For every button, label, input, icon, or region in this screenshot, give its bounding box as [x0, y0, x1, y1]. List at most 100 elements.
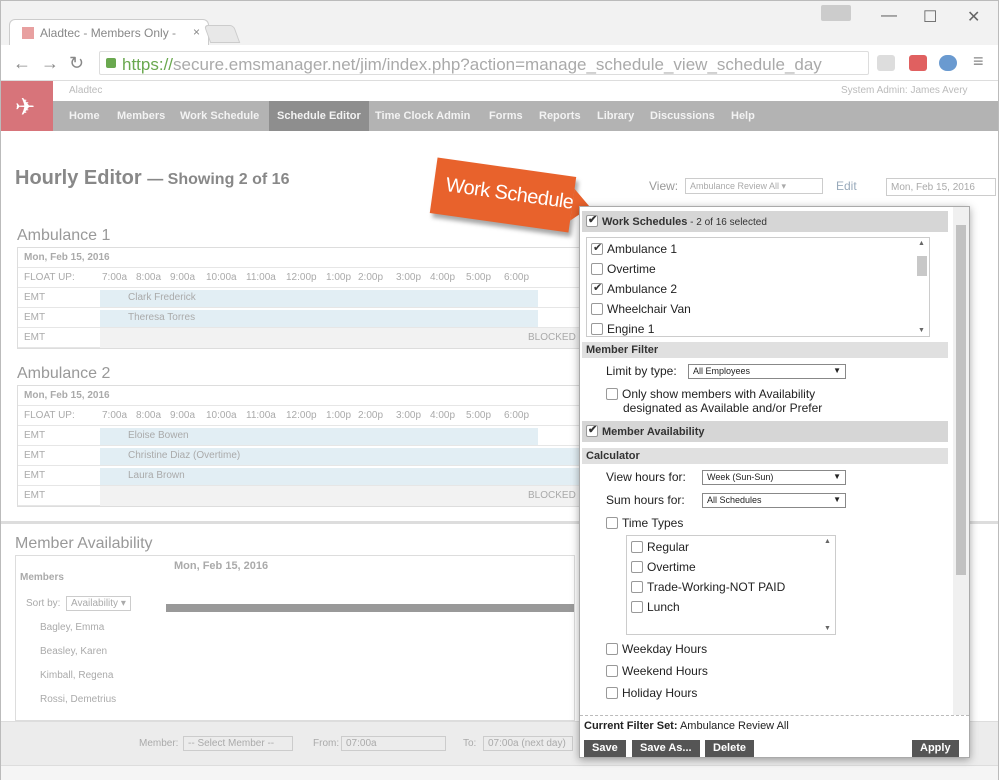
menu-work-schedule[interactable]: Work Schedule — [180, 110, 259, 122]
work-schedules-checkbox[interactable] — [586, 213, 598, 227]
time-types-listbox[interactable]: Regular Overtime Trade-Working-NOT PAID … — [626, 535, 836, 635]
panel-footer: Current Filter Set: Ambulance Review All… — [580, 715, 969, 757]
listbox-scroll-thumb[interactable] — [917, 256, 927, 276]
date-input[interactable]: Mon, Feb 15, 2016 — [886, 178, 996, 196]
sum-hours-select[interactable]: All Schedules ▼ — [702, 493, 846, 508]
menu-home[interactable]: Home — [69, 110, 100, 122]
schedule-title: Ambulance 2 — [17, 365, 111, 382]
sort-select[interactable]: Availability ▾ — [66, 596, 131, 611]
limit-by-type-label: Limit by type: — [606, 364, 677, 378]
save-button[interactable]: Save — [584, 740, 626, 757]
extension-icon[interactable] — [877, 55, 895, 71]
apply-button[interactable]: Apply — [912, 740, 959, 757]
menu-reports[interactable]: Reports — [539, 110, 581, 122]
member-availability-checkbox[interactable] — [586, 423, 598, 437]
time-type-lunch[interactable]: Lunch — [631, 600, 680, 614]
view-hours-label: View hours for: — [606, 470, 686, 484]
schedule-option-overtime[interactable]: Overtime — [591, 262, 656, 276]
table-row[interactable]: EMT Theresa Torres — [18, 308, 618, 328]
logo[interactable]: ✈ — [1, 81, 53, 131]
holiday-hours-option[interactable]: Holiday Hours — [606, 686, 697, 700]
forward-icon[interactable]: → — [41, 53, 59, 74]
reload-icon[interactable]: ↻ — [69, 53, 84, 74]
edit-link[interactable]: Edit — [836, 179, 857, 193]
close-tab-icon[interactable]: × — [193, 25, 200, 39]
work-schedules-header[interactable]: Work Schedules - 2 of 16 selected — [582, 211, 948, 232]
menu-schedule-editor[interactable]: Schedule Editor — [269, 101, 369, 131]
profile-icon[interactable] — [821, 5, 851, 21]
scroll-up-icon[interactable]: ▲ — [918, 240, 925, 247]
to-select[interactable]: 07:00a (next day) — [483, 736, 573, 751]
new-tab-button[interactable] — [203, 25, 241, 43]
list-item[interactable]: Rossi, Demetrius — [40, 694, 116, 705]
table-row[interactable]: EMT BLOCKED — [18, 328, 618, 348]
table-row[interactable]: EMT Christine Diaz (Overtime) — [18, 446, 618, 466]
maximize-icon[interactable]: ☐ — [923, 7, 937, 27]
table-row[interactable]: EMT BLOCKED — [18, 486, 618, 506]
schedule-option-ambulance-1[interactable]: Ambulance 1 — [591, 241, 677, 256]
schedule-listbox[interactable]: Ambulance 1 Overtime Ambulance 2 Wheelch… — [586, 237, 930, 337]
from-select[interactable]: 07:00a — [341, 736, 446, 751]
availability-grid: Members Mon, Feb 15, 2016 Sort by: Avail… — [15, 555, 575, 721]
member-filter-header: Member Filter — [582, 342, 948, 358]
delete-button[interactable]: Delete — [705, 740, 755, 757]
listbox-scrollbar[interactable]: ▲ ▼ — [915, 238, 929, 336]
close-window-icon[interactable]: ✕ — [967, 7, 980, 27]
save-as-button[interactable]: Save As... — [632, 740, 700, 757]
horizontal-scrollbar[interactable] — [1, 765, 998, 780]
view-hours-select[interactable]: Week (Sun-Sun) ▼ — [702, 470, 846, 485]
table-row[interactable]: EMT Eloise Bowen — [18, 426, 618, 446]
schedule-option-engine-1[interactable]: Engine 1 — [591, 322, 654, 336]
time-type-trade[interactable]: Trade-Working-NOT PAID — [631, 580, 785, 594]
schedule-grid: Mon, Feb 15, 2016 FLOAT UP: 7:00a 8:00a 9:… — [17, 385, 618, 507]
app-header: ✈ Aladtec System Admin: James Avery Home… — [1, 81, 998, 131]
view-select[interactable]: Ambulance Review All ▾ — [685, 178, 823, 194]
member-availability-header[interactable]: Member Availability — [582, 421, 948, 442]
address-bar[interactable]: https://secure.emsmanager.net/jim/index.… — [99, 51, 869, 75]
time-type-overtime[interactable]: Overtime — [631, 560, 696, 574]
panel-scrollbar[interactable] — [953, 207, 969, 715]
menu-help[interactable]: Help — [731, 110, 755, 122]
dropdown-arrow-icon: ▼ — [833, 472, 841, 481]
url-text: secure.emsmanager.net/jim/index.php?acti… — [173, 55, 822, 74]
sort-label: Sort by: — [26, 598, 61, 609]
grid-date-row: Mon, Feb 15, 2016 — [18, 386, 618, 406]
browser-titlebar: Aladtec - Members Only - × — ☐ ✕ — [1, 1, 998, 45]
menu-discussions[interactable]: Discussions — [650, 110, 715, 122]
url-scheme: https:// — [122, 55, 174, 74]
menu-icon[interactable]: ≡ — [973, 51, 984, 72]
list-item[interactable]: Kimball, Regena — [40, 670, 113, 681]
scroll-down-icon[interactable]: ▼ — [918, 327, 925, 334]
table-row[interactable]: EMT Laura Brown — [18, 466, 618, 486]
menu-library[interactable]: Library — [597, 110, 634, 122]
time-types-option[interactable]: Time Types — [606, 516, 683, 530]
view-label: View: — [649, 179, 679, 193]
minimize-icon[interactable]: — — [881, 7, 897, 25]
limit-by-type-select[interactable]: All Employees ▼ — [688, 364, 846, 379]
list-item[interactable]: Beasley, Karen — [40, 646, 107, 657]
favicon-icon — [22, 27, 34, 39]
weekday-hours-option[interactable]: Weekday Hours — [606, 642, 707, 656]
member-select[interactable]: -- Select Member -- — [183, 736, 293, 751]
back-icon[interactable]: ← — [13, 53, 31, 74]
listbox-scrollbar[interactable]: ▲ ▼ — [821, 536, 835, 634]
schedule-option-ambulance-2[interactable]: Ambulance 2 — [591, 281, 677, 296]
time-type-regular[interactable]: Regular — [631, 540, 689, 554]
availability-title: Member Availability — [15, 535, 153, 552]
availability-date: Mon, Feb 15, 2016 — [174, 560, 269, 572]
list-item[interactable]: Bagley, Emma — [40, 622, 104, 633]
table-row[interactable]: EMT Clark Frederick — [18, 288, 618, 308]
menu-members[interactable]: Members — [117, 110, 165, 122]
schedule-option-wheelchair-van[interactable]: Wheelchair Van — [591, 302, 691, 316]
menu-time-clock-admin[interactable]: Time Clock Admin — [375, 110, 470, 122]
only-show-option[interactable]: Only show members with Availability — [606, 387, 815, 401]
scroll-up-icon[interactable]: ▲ — [824, 538, 831, 545]
scroll-down-icon[interactable]: ▼ — [824, 625, 831, 632]
extension-icon[interactable] — [939, 55, 957, 71]
weekend-hours-option[interactable]: Weekend Hours — [606, 664, 708, 678]
menu-forms[interactable]: Forms — [489, 110, 523, 122]
main-menu: Home Members Work Schedule Schedule Edit… — [53, 101, 998, 131]
browser-tab[interactable]: Aladtec - Members Only - × — [9, 19, 209, 45]
gmail-icon[interactable] — [909, 55, 927, 71]
panel-scroll-thumb[interactable] — [956, 225, 966, 575]
